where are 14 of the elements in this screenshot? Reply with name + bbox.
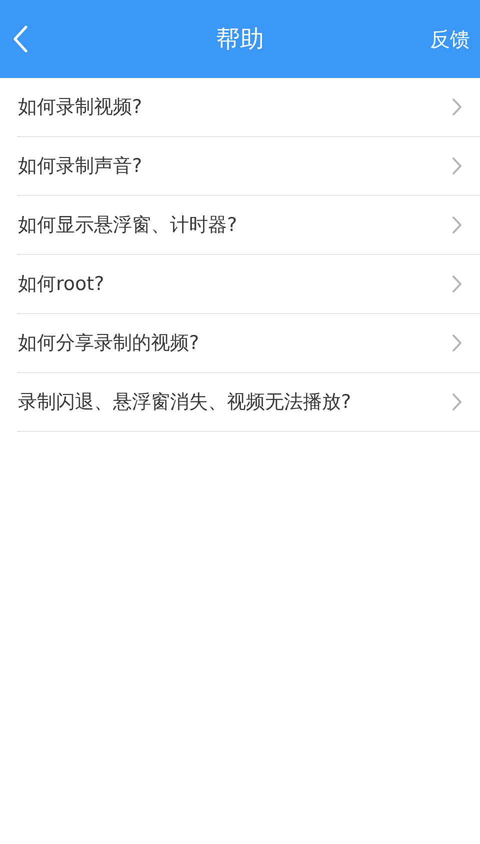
help-item[interactable]: 如何显示悬浮窗、计时器? — [18, 212, 238, 238]
back-icon[interactable] — [12, 25, 28, 53]
page-title: 帮助 — [216, 24, 264, 55]
chevron-icon — [452, 334, 462, 352]
help-item[interactable]: 如何分享录制的视频? — [18, 330, 200, 356]
help-item[interactable]: 如何录制视频? — [18, 94, 142, 120]
help-item[interactable]: 录制闪退、悬浮窗消失、视频无法播放? — [18, 389, 352, 415]
chevron-icon — [452, 98, 462, 116]
chevron-icon — [452, 216, 462, 234]
help-item[interactable]: 如何录制声音? — [18, 153, 142, 179]
chevron-icon — [452, 157, 462, 175]
chevron-icon — [452, 275, 462, 293]
chevron-icon — [452, 393, 462, 411]
help-item[interactable]: 如何root? — [18, 271, 104, 297]
